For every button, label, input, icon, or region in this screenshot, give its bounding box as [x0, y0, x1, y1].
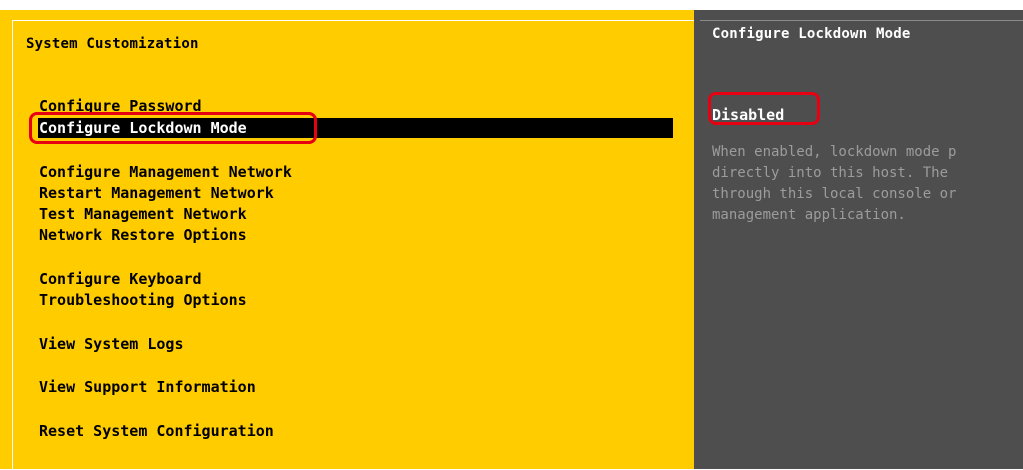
menu-item-view-system-logs[interactable]: View System Logs [38, 334, 184, 354]
detail-title: Configure Lockdown Mode [712, 26, 911, 42]
panel-title: System Customization [26, 36, 199, 52]
panel-border [12, 20, 695, 470]
menu-item-troubleshooting-options[interactable]: Troubleshooting Options [38, 290, 247, 310]
menu-item-configure-management-network[interactable]: Configure Management Network [38, 162, 292, 182]
lockdown-status-value: Disabled [712, 106, 785, 124]
menu-item-network-restore-options[interactable]: Network Restore Options [38, 225, 247, 245]
menu-item-configure-keyboard[interactable]: Configure Keyboard [38, 269, 202, 289]
system-customization-panel: System Customization Configure Password … [0, 10, 695, 470]
lockdown-description: When enabled, lockdown mode p directly i… [712, 144, 957, 223]
menu-item-test-management-network[interactable]: Test Management Network [38, 204, 247, 224]
lockdown-mode-detail-panel: Configure Lockdown Mode Disabled When en… [694, 10, 1023, 469]
menu-item-configure-password[interactable]: Configure Password [38, 96, 202, 116]
esxi-dcui-screen: System Customization Configure Password … [0, 10, 1023, 470]
menu-item-restart-management-network[interactable]: Restart Management Network [38, 183, 274, 203]
menu-item-reset-system-configuration[interactable]: Reset System Configuration [38, 421, 274, 441]
menu-item-configure-lockdown-mode[interactable]: Configure Lockdown Mode [38, 118, 673, 138]
menu-item-view-support-information[interactable]: View Support Information [38, 377, 256, 397]
panel-border [700, 20, 1023, 470]
